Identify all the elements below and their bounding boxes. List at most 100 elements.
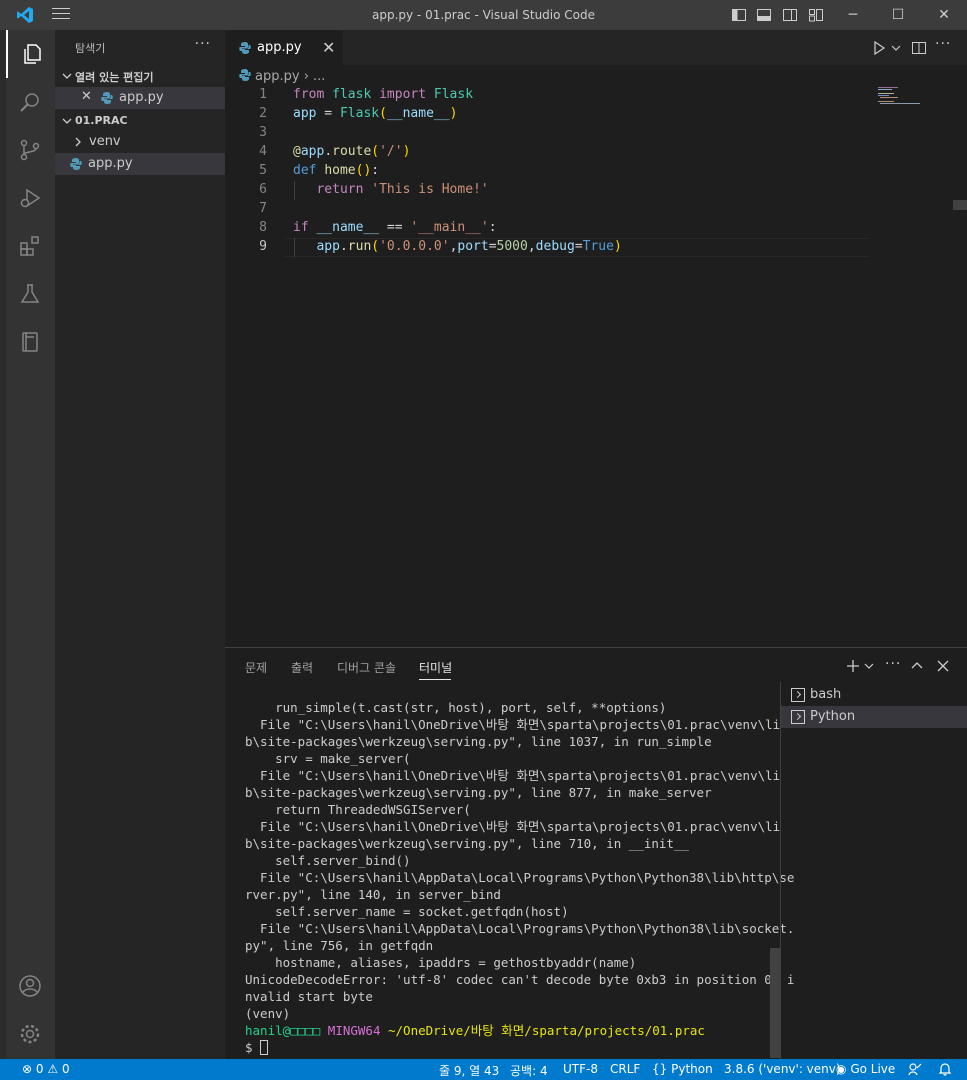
testing-icon[interactable] xyxy=(6,270,55,318)
toggle-panel-icon[interactable] xyxy=(756,7,772,23)
terminal-line: return ThreadedWSGIServer( xyxy=(245,802,471,817)
breadcrumb-file[interactable]: app.py xyxy=(255,69,300,84)
error-icon: ⊗ xyxy=(22,1062,33,1076)
file-item-app-py[interactable]: app.py xyxy=(55,153,225,175)
line-number: 1 xyxy=(259,87,267,102)
explorer-icon[interactable] xyxy=(6,30,55,78)
chevron-down-icon xyxy=(62,73,72,79)
python-file-icon xyxy=(239,69,251,81)
terminal-scrollbar[interactable] xyxy=(770,948,780,1058)
terminal-line: self.server_bind() xyxy=(245,853,411,868)
manage-gear-icon[interactable] xyxy=(6,1010,55,1058)
go-live-button[interactable]: ◉ Go Live xyxy=(836,1062,895,1076)
source-control-icon[interactable] xyxy=(6,126,55,174)
tab-problems[interactable]: 문제 xyxy=(245,659,267,676)
maximize-button[interactable]: ☐ xyxy=(875,0,921,30)
breadcrumb-more[interactable]: ... xyxy=(313,69,325,84)
terminal-line: hostname, aliases, ipaddrs = gethostbyad… xyxy=(245,955,637,970)
terminal-icon xyxy=(791,688,805,702)
chevron-down-icon xyxy=(62,118,72,124)
terminal-input-line[interactable]: $ xyxy=(245,1039,785,1056)
file-item-label: app.py xyxy=(88,156,133,171)
run-dropdown-chevron-icon[interactable] xyxy=(888,40,904,56)
close-panel-icon[interactable] xyxy=(935,658,951,674)
toggle-primary-sidebar-icon[interactable] xyxy=(731,7,747,23)
code-line: from flask import Flask xyxy=(293,87,474,102)
chevron-right-icon xyxy=(75,137,81,147)
tab-terminal[interactable]: 터미널 xyxy=(419,659,452,676)
close-icon[interactable]: ✕ xyxy=(81,89,92,104)
language-mode[interactable]: {} Python xyxy=(652,1062,713,1076)
terminal-dropdown-chevron-icon[interactable] xyxy=(861,658,877,674)
terminal-output[interactable]: run_simple(t.cast(str, host), port, self… xyxy=(245,699,794,1056)
tab-output[interactable]: 출력 xyxy=(291,659,313,676)
bottom-panel: 문제 출력 디버그 콘솔 터미널 ··· run_simple(t.cast(s… xyxy=(225,647,967,1060)
python-interpreter[interactable]: 3.8.6 ('venv': venv) xyxy=(724,1062,841,1076)
tab-app-py[interactable]: app.py ✕ xyxy=(225,30,343,65)
folder-header[interactable]: 01.PRAC xyxy=(55,110,225,132)
terminal-item-label: bash xyxy=(810,687,842,702)
new-terminal-plus-icon[interactable] xyxy=(845,658,861,674)
notebook-icon[interactable] xyxy=(6,318,55,366)
code-line: @app.route('/') xyxy=(293,144,411,159)
python-file-icon xyxy=(101,92,113,104)
line-number: 8 xyxy=(259,220,267,235)
file-encoding[interactable]: UTF-8 xyxy=(563,1062,598,1076)
feedback-icon[interactable] xyxy=(908,1062,922,1076)
terminal-item-label: Python xyxy=(810,709,856,724)
indentation-spaces[interactable]: 공백: 4 xyxy=(510,1062,548,1079)
maximize-panel-chevron-up-icon[interactable] xyxy=(909,658,925,674)
line-number: 9 xyxy=(259,239,267,254)
editor-group: app.py ✕ ··· app.py › ... 1 2 3 4 5 6 7 … xyxy=(225,30,967,647)
line-number: 7 xyxy=(259,201,267,216)
open-editors-label: 열려 있는 편집기 xyxy=(75,71,154,84)
terminal-line: rver.py", line 140, in server_bind xyxy=(245,887,501,902)
go-live-label: Go Live xyxy=(850,1062,896,1076)
editor-scrollbar[interactable] xyxy=(953,200,967,210)
problems-status[interactable]: ⊗ 0 ⚠ 0 xyxy=(22,1062,70,1076)
tab-debug-console[interactable]: 디버그 콘솔 xyxy=(337,659,396,676)
prompt-path: ~/OneDrive/바탕 화면/sparta/projects/01.prac xyxy=(388,1023,705,1038)
title-bar: app.py - 01.prac - Visual Studio Code ─ … xyxy=(0,0,967,30)
account-icon[interactable] xyxy=(6,962,55,1010)
terminal-line: File "C:\Users\hanil\OneDrive\바탕 화면\spar… xyxy=(245,819,781,834)
close-window-button[interactable]: ✕ xyxy=(921,0,967,30)
more-editor-actions-icon[interactable]: ··· xyxy=(935,36,951,52)
minimize-button[interactable]: ─ xyxy=(830,0,876,30)
editor-tabs: app.py ✕ ··· xyxy=(225,30,967,65)
close-tab-icon[interactable]: ✕ xyxy=(322,38,335,57)
python-file-icon xyxy=(239,42,251,54)
language-label: Python xyxy=(671,1062,713,1076)
cursor-position[interactable]: 줄 9, 열 43 xyxy=(439,1062,499,1079)
search-icon[interactable] xyxy=(6,78,55,126)
terminal-line: b\site-packages\werkzeug\serving.py", li… xyxy=(245,836,690,851)
more-actions-icon[interactable]: ··· xyxy=(195,36,211,52)
notifications-bell-icon[interactable] xyxy=(938,1062,952,1076)
more-panel-actions-icon[interactable]: ··· xyxy=(885,656,901,672)
explorer-title: 탐색기 xyxy=(75,42,106,55)
code-line: app = Flask(__name__) xyxy=(293,106,458,121)
terminal-line: File "C:\Users\hanil\OneDrive\바탕 화면\spar… xyxy=(245,768,781,783)
minimap[interactable] xyxy=(875,86,935,116)
open-editors-header[interactable]: 열려 있는 편집기 xyxy=(55,65,225,87)
extensions-icon[interactable] xyxy=(6,222,55,270)
split-editor-icon[interactable] xyxy=(911,40,927,56)
open-editor-item[interactable]: ✕ app.py xyxy=(55,87,225,109)
status-bar: ⊗ 0 ⚠ 0 줄 9, 열 43 공백: 4 UTF-8 CRLF {} Py… xyxy=(0,1059,967,1080)
run-debug-icon[interactable] xyxy=(6,174,55,222)
toggle-secondary-sidebar-icon[interactable] xyxy=(782,7,798,23)
end-of-line[interactable]: CRLF xyxy=(610,1062,640,1076)
run-python-file-icon[interactable] xyxy=(871,40,887,56)
line-number: 3 xyxy=(259,125,267,140)
braces-icon: {} xyxy=(652,1062,668,1076)
customize-layout-icon[interactable] xyxy=(808,7,824,23)
code-line: return 'This is Home!' xyxy=(316,182,489,197)
folder-item-label: venv xyxy=(89,134,121,149)
explorer-sidebar: 탐색기 ··· 열려 있는 편집기 ✕ app.py 01.PRAC venv … xyxy=(55,30,225,1059)
folder-item-venv[interactable]: venv xyxy=(55,131,225,153)
code-line: app.run('0.0.0.0',port=5000,debug=True) xyxy=(316,239,622,254)
terminal-item-bash[interactable]: bash xyxy=(781,684,967,706)
terminal-item-python[interactable]: Python xyxy=(781,706,967,728)
tab-label: app.py xyxy=(257,40,302,55)
breadcrumb: app.py › ... xyxy=(239,68,325,84)
